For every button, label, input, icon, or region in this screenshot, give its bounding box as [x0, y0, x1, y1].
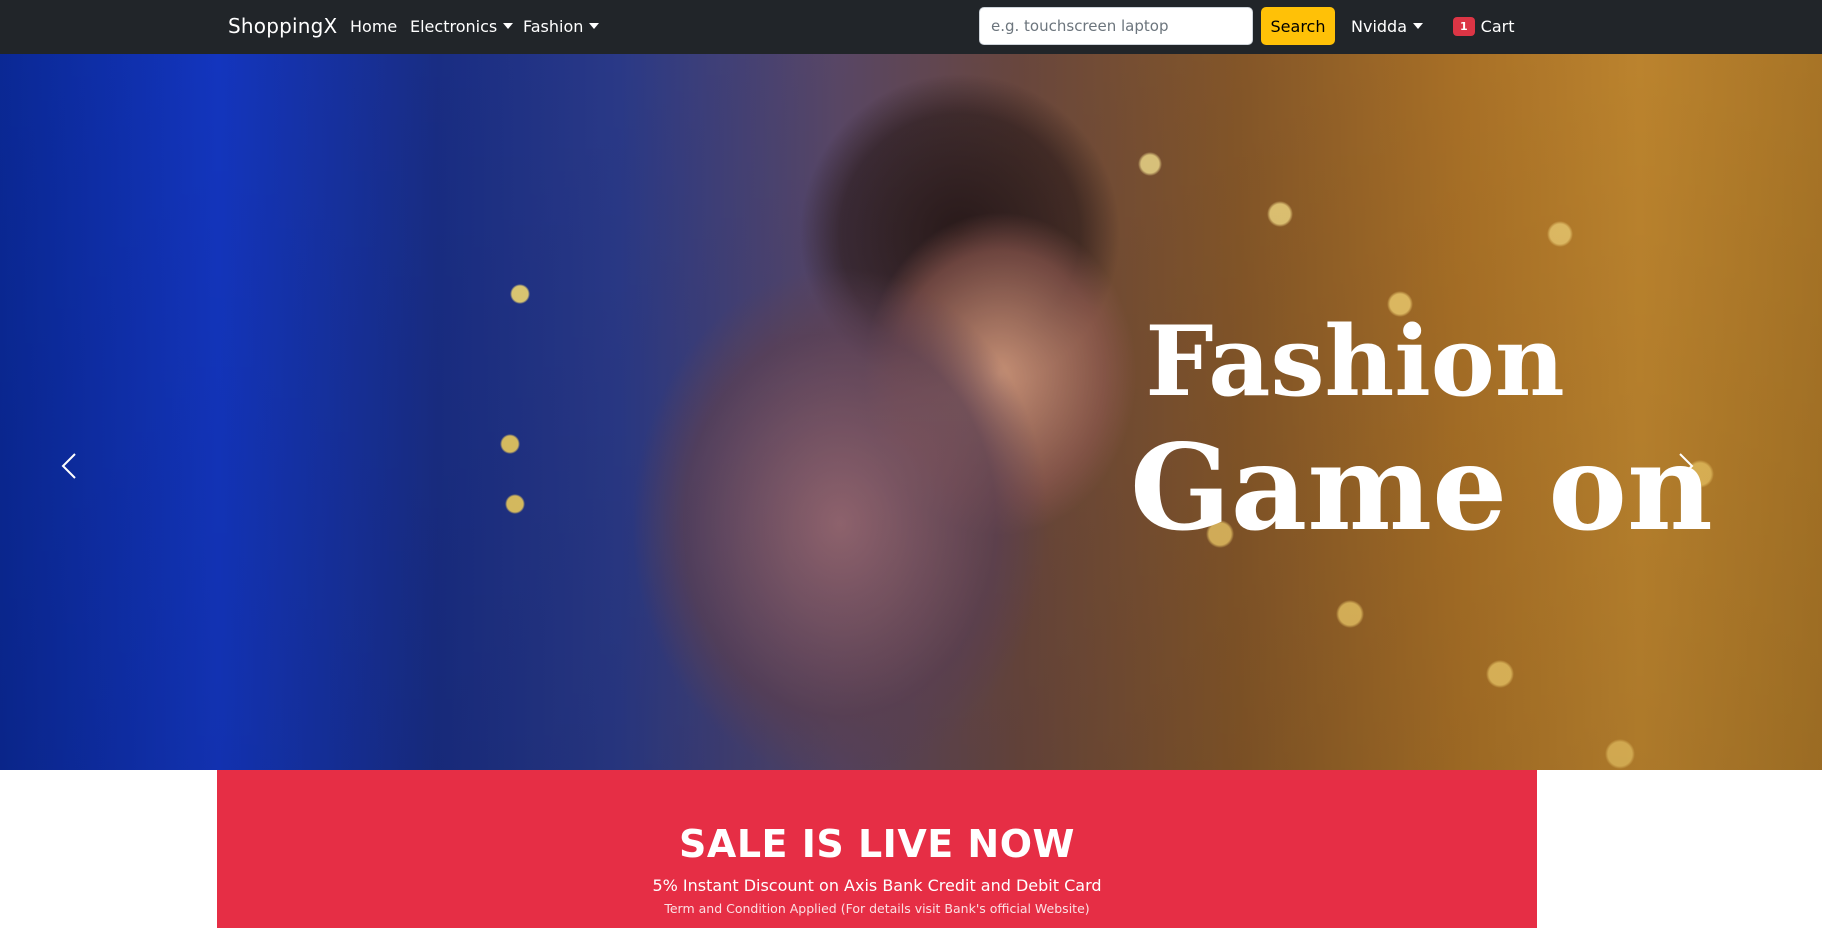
brand-logo[interactable]: ShoppingX — [228, 14, 337, 38]
cart-label: Cart — [1480, 17, 1515, 36]
nav-dropdown-fashion-label: Fashion — [523, 17, 584, 36]
caret-down-icon — [503, 23, 514, 29]
sale-terms-note: Term and Condition Applied (For details … — [664, 901, 1090, 916]
nav-link-home[interactable]: Home — [350, 17, 397, 36]
chevron-left-icon[interactable] — [55, 446, 85, 486]
caret-down-icon — [1413, 23, 1423, 29]
sale-title: SALE IS LIVE NOW — [679, 822, 1075, 866]
cart-link[interactable]: 1 Cart — [1453, 17, 1514, 36]
hero-title-line-1: Fashion — [1145, 305, 1565, 418]
sale-banner: SALE IS LIVE NOW 5% Instant Discount on … — [217, 770, 1537, 928]
user-menu-dropdown[interactable]: Nvidda — [1351, 17, 1423, 36]
sale-subtitle: 5% Instant Discount on Axis Bank Credit … — [652, 876, 1102, 895]
chevron-right-icon[interactable] — [1670, 446, 1700, 486]
user-menu-label: Nvidda — [1351, 17, 1407, 36]
hero-carousel: Fashion Game on — [0, 54, 1822, 770]
cart-count-badge: 1 — [1453, 17, 1475, 36]
caret-down-icon — [589, 23, 600, 29]
nav-dropdown-fashion[interactable]: Fashion — [523, 17, 600, 36]
navbar: ShoppingX Home Electronics Fashion Searc… — [0, 0, 1822, 54]
nav-dropdown-electronics-label: Electronics — [410, 17, 498, 36]
search-button[interactable]: Search — [1261, 7, 1335, 45]
search-input[interactable] — [979, 7, 1253, 45]
nav-dropdown-electronics[interactable]: Electronics — [410, 17, 514, 36]
hero-title-line-2: Game on — [1130, 418, 1713, 557]
